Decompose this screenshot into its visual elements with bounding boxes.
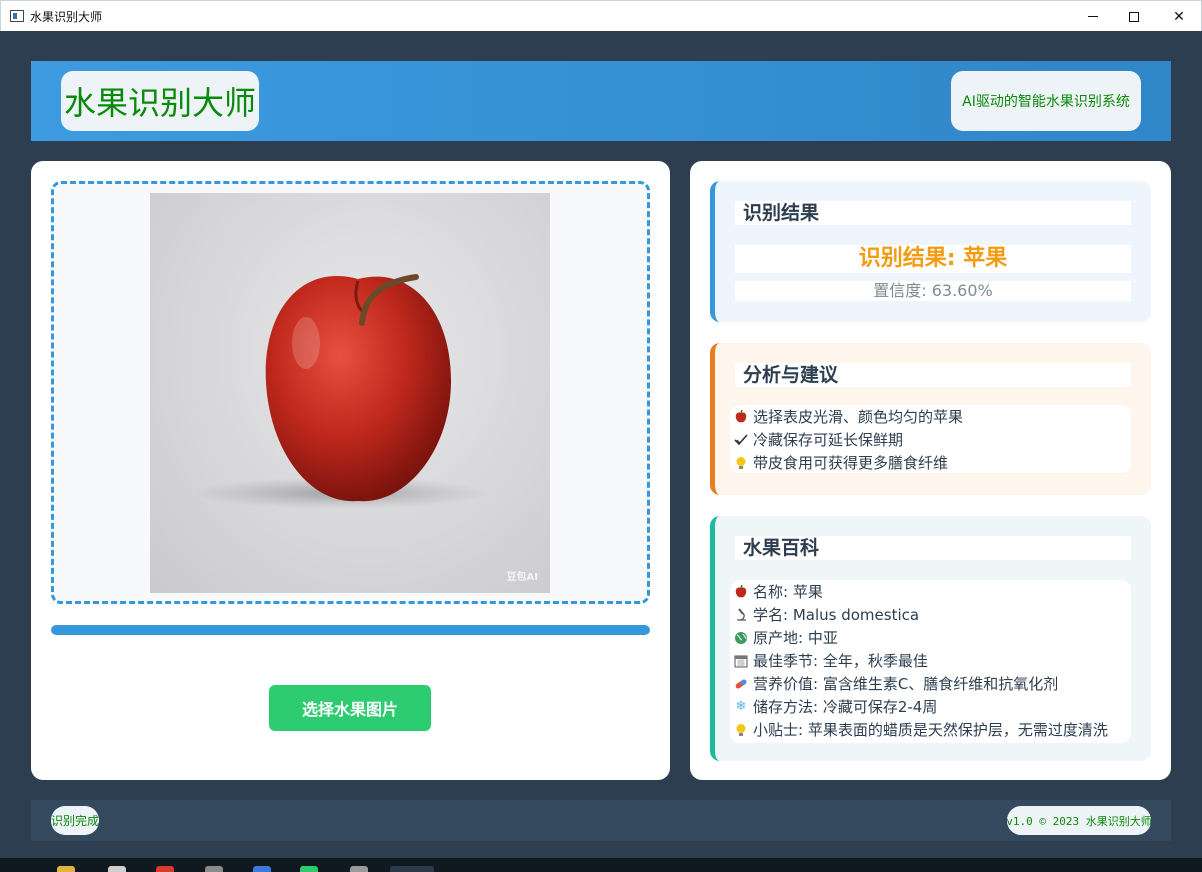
list-item: ❄ 储存方法: 冷藏可保存2-4周 [733, 695, 1131, 718]
maximize-icon [1129, 11, 1139, 22]
app-icon[interactable] [350, 866, 368, 872]
result-text: 识别结果: 苹果 [735, 245, 1131, 273]
list-item: 名称: 苹果 [733, 580, 1131, 603]
tagline-badge: AI驱动的智能水果识别系统 [951, 71, 1141, 131]
window-title-bar: 水果识别大师 ✕ [0, 0, 1202, 31]
close-button[interactable]: ✕ [1156, 1, 1202, 32]
checkmark-icon [733, 432, 749, 448]
maximize-button[interactable] [1111, 1, 1157, 32]
lightbulb-icon [733, 455, 749, 471]
window-title: 水果识别大师 [30, 10, 103, 24]
fruit-image: 豆包AI [150, 193, 550, 593]
status-badge: 识别完成 [51, 806, 99, 835]
snowflake-icon: ❄ [735, 698, 747, 714]
list-item: 营养价值: 富含维生素C、膳食纤维和抗氧化剂 [733, 672, 1131, 695]
app-header: 水果识别大师 AI驱动的智能水果识别系统 [31, 61, 1171, 141]
encyclopedia-item-text: 小贴士: 苹果表面的蜡质是天然保护层，无需过度清洗 [753, 721, 1108, 739]
advice-item-text: 带皮食用可获得更多膳食纤维 [753, 454, 949, 472]
calendar-icon [733, 653, 749, 669]
result-card: 识别结果 识别结果: 苹果 置信度: 63.60% [710, 181, 1151, 322]
encyclopedia-item-text: 营养价值: 富含维生素C、膳食纤维和抗氧化剂 [753, 675, 1059, 693]
select-image-button[interactable]: 选择水果图片 [269, 685, 431, 731]
advice-item-text: 冷藏保存可延长保鲜期 [753, 431, 904, 449]
apple-icon [733, 409, 749, 425]
select-image-button-label: 选择水果图片 [301, 700, 398, 719]
info-panel: 识别结果 识别结果: 苹果 置信度: 63.60% 分析与建议 选择表皮光滑、颜… [690, 161, 1171, 780]
app-icon[interactable] [205, 866, 223, 872]
app-icon[interactable] [300, 866, 318, 872]
folder-icon[interactable] [57, 866, 75, 872]
image-watermark: 豆包AI [506, 572, 538, 583]
list-item: 选择表皮光滑、颜色均匀的苹果 [733, 405, 1131, 428]
confidence-text: 置信度: 63.60% [735, 281, 1131, 301]
advice-list: 选择表皮光滑、颜色均匀的苹果 冷藏保存可延长保鲜期 带皮食用可获得更多膳食纤维 [730, 405, 1131, 473]
browser-icon[interactable] [156, 866, 174, 872]
list-item: 学名: Malus domestica [733, 603, 1131, 626]
list-item: 带皮食用可获得更多膳食纤维 [733, 451, 1131, 474]
tagline: AI驱动的智能水果识别系统 [962, 94, 1130, 110]
apple-icon [733, 584, 749, 600]
version-badge: v1.0 © 2023 水果识别大师 [1006, 806, 1152, 835]
encyclopedia-item-text: 学名: Malus domestica [753, 606, 920, 624]
list-item: 最佳季节: 全年，秋季最佳 [733, 649, 1131, 672]
brand-badge: 水果识别大师 [61, 71, 259, 131]
list-item: 小贴士: 苹果表面的蜡质是天然保护层，无需过度清洗 [733, 718, 1131, 741]
globe-icon [733, 630, 749, 646]
encyclopedia-list: 名称: 苹果 学名: Malus domestica 原产地: 中亚 最佳季节:… [730, 580, 1131, 743]
advice-card: 分析与建议 选择表皮光滑、颜色均匀的苹果 冷藏保存可延长保鲜期 带皮食用可获得更… [710, 343, 1151, 495]
app-icon[interactable] [253, 866, 271, 872]
close-icon: ✕ [1173, 8, 1185, 25]
image-panel: 豆包AI 选择水果图片 [31, 161, 670, 780]
encyclopedia-item-text: 名称: 苹果 [753, 583, 823, 601]
encyclopedia-item-text: 储存方法: 冷藏可保存2-4周 [753, 698, 938, 716]
encyclopedia-item-text: 最佳季节: 全年，秋季最佳 [753, 652, 928, 670]
active-app-icon[interactable] [390, 866, 434, 872]
result-title: 识别结果 [735, 201, 1131, 225]
progress-fill [51, 625, 650, 635]
advice-title: 分析与建议 [735, 363, 1131, 387]
app-icon[interactable] [108, 866, 126, 872]
status-bar: 识别完成 v1.0 © 2023 水果识别大师 [31, 800, 1171, 841]
image-drop-zone[interactable]: 豆包AI [51, 181, 650, 604]
minimize-icon [1088, 16, 1098, 17]
advice-item-text: 选择表皮光滑、颜色均匀的苹果 [753, 408, 964, 426]
taskbar [0, 858, 1202, 872]
progress-bar [51, 625, 650, 635]
encyclopedia-card: 水果百科 名称: 苹果 学名: Malus domestica 原产地: 中亚 … [710, 516, 1151, 761]
encyclopedia-title: 水果百科 [735, 536, 1131, 560]
list-item: 原产地: 中亚 [733, 626, 1131, 649]
list-item: 冷藏保存可延长保鲜期 [733, 428, 1131, 451]
pill-icon [733, 676, 749, 692]
lightbulb-icon [733, 722, 749, 738]
app-title: 水果识别大师 [63, 84, 256, 122]
app-icon [10, 10, 24, 22]
microscope-icon [733, 607, 749, 623]
minimize-button[interactable] [1070, 1, 1116, 32]
encyclopedia-item-text: 原产地: 中亚 [753, 629, 838, 647]
